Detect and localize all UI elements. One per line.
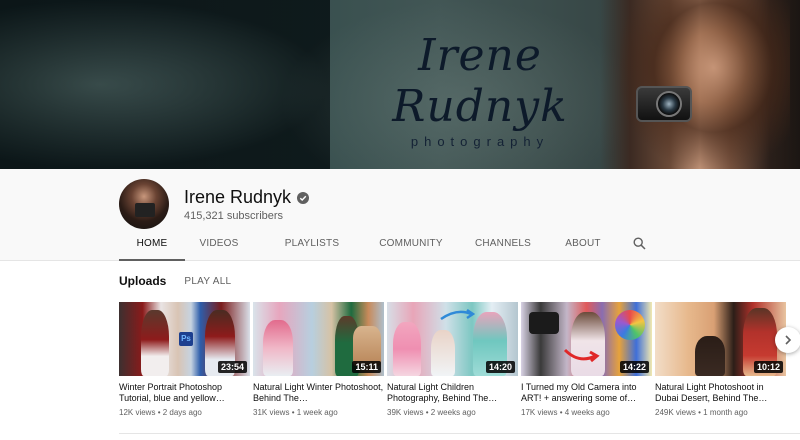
video-meta: 249K views • 1 month ago: [655, 408, 748, 417]
video-views: 12K views: [119, 408, 156, 417]
video-title[interactable]: Natural Light Photoshoot in Dubai Desert…: [655, 382, 786, 404]
camera-lens-icon: [656, 91, 682, 117]
video-meta: 31K views • 1 week ago: [253, 408, 338, 417]
video-thumbnail[interactable]: 14:22: [521, 302, 652, 376]
video-duration: 10:12: [753, 361, 783, 373]
video-views: 17K views: [521, 408, 558, 417]
thumbnail-figure: [431, 330, 455, 376]
banner-brand-subtitle: photography: [410, 134, 550, 149]
channel-name-row: Irene Rudnyk: [184, 187, 310, 208]
tab-playlists[interactable]: PLAYLISTS: [267, 233, 357, 261]
channel-search-button[interactable]: [625, 233, 653, 261]
shelf-next-button[interactable]: [775, 327, 800, 353]
tab-channels[interactable]: CHANNELS: [463, 233, 543, 261]
video-card[interactable]: Ps 23:54 Winter Portrait Photoshop Tutor…: [119, 302, 250, 417]
subscriber-count: 415,321 subscribers: [184, 210, 284, 222]
avatar[interactable]: [119, 179, 169, 229]
video-meta: 17K views • 4 weeks ago: [521, 408, 610, 417]
uploads-shelf: Ps 23:54 Winter Portrait Photoshop Tutor…: [119, 302, 800, 427]
channel-banner: Irene Rudnyk photography: [0, 0, 800, 169]
video-title[interactable]: Winter Portrait Photoshop Tutorial, blue…: [119, 382, 250, 404]
video-age: 1 week ago: [296, 408, 338, 417]
arrow-icon: [440, 308, 475, 321]
video-thumbnail[interactable]: Ps 23:54: [119, 302, 250, 376]
banner-brand: Irene Rudnyk photography: [360, 30, 600, 149]
thumbnail-figure: [695, 336, 725, 376]
video-title[interactable]: Natural Light Winter Photoshoot, Behind …: [253, 382, 384, 404]
thumbnail-horse: [353, 326, 381, 366]
banner-brand-name: Irene Rudnyk: [392, 30, 568, 132]
video-duration: 14:20: [485, 361, 515, 373]
video-title[interactable]: Natural Light Children Photography, Behi…: [387, 382, 518, 404]
tab-community[interactable]: COMMUNITY: [367, 233, 455, 261]
video-card[interactable]: 14:20 Natural Light Children Photography…: [387, 302, 518, 417]
section-divider: [119, 433, 800, 434]
banner-portrait-highlight: [620, 0, 790, 169]
video-duration: 15:11: [352, 361, 381, 373]
uploads-header: Uploads PLAY ALL: [119, 274, 231, 288]
thumbnail-figure: [393, 322, 421, 376]
play-all-button[interactable]: PLAY ALL: [184, 276, 231, 287]
video-card[interactable]: 10:12 Natural Light Photoshoot in Dubai …: [655, 302, 786, 417]
channel-name: Irene Rudnyk: [184, 187, 292, 207]
video-meta: 12K views • 2 days ago: [119, 408, 202, 417]
video-age: 4 weeks ago: [564, 408, 610, 417]
video-card[interactable]: 14:22 I Turned my Old Camera into ART! +…: [521, 302, 652, 417]
tab-videos[interactable]: VIDEOS: [185, 233, 253, 261]
video-card[interactable]: 15:11 Natural Light Winter Photoshoot, B…: [253, 302, 384, 417]
arrow-icon: [563, 348, 600, 363]
verified-badge-icon: [297, 191, 310, 204]
video-age: 1 month ago: [703, 408, 748, 417]
video-meta: 39K views • 2 weeks ago: [387, 408, 476, 417]
video-age: 2 days ago: [162, 408, 202, 417]
uploads-title[interactable]: Uploads: [119, 274, 166, 288]
tab-home[interactable]: HOME: [119, 233, 185, 261]
channel-header: Irene Rudnyk 415,321 subscribers HOME VI…: [0, 169, 800, 261]
video-views: 31K views: [253, 408, 290, 417]
video-title[interactable]: I Turned my Old Camera into ART! + answe…: [521, 382, 652, 404]
thumbnail-camera: [529, 312, 559, 334]
tab-about[interactable]: ABOUT: [553, 233, 613, 261]
video-thumbnail[interactable]: 15:11: [253, 302, 384, 376]
chevron-right-icon: [785, 335, 792, 345]
thumbnail-art-camera: [615, 310, 645, 340]
video-thumbnail[interactable]: 10:12: [655, 302, 786, 376]
video-thumbnail[interactable]: 14:20: [387, 302, 518, 376]
camera-icon: [636, 86, 692, 122]
video-duration: 23:54: [217, 361, 247, 373]
channel-tabs: HOME VIDEOS PLAYLISTS COMMUNITY CHANNELS…: [119, 233, 653, 261]
photoshop-icon: Ps: [179, 332, 193, 346]
avatar-camera-icon: [135, 203, 155, 217]
video-duration: 14:22: [619, 361, 649, 373]
thumbnail-figure: [571, 312, 605, 376]
thumbnail-figure: [263, 320, 293, 376]
search-icon: [632, 237, 646, 250]
video-age: 2 weeks ago: [430, 408, 476, 417]
video-views: 249K views: [655, 408, 696, 417]
video-views: 39K views: [387, 408, 424, 417]
thumbnail-figure: [141, 310, 169, 376]
